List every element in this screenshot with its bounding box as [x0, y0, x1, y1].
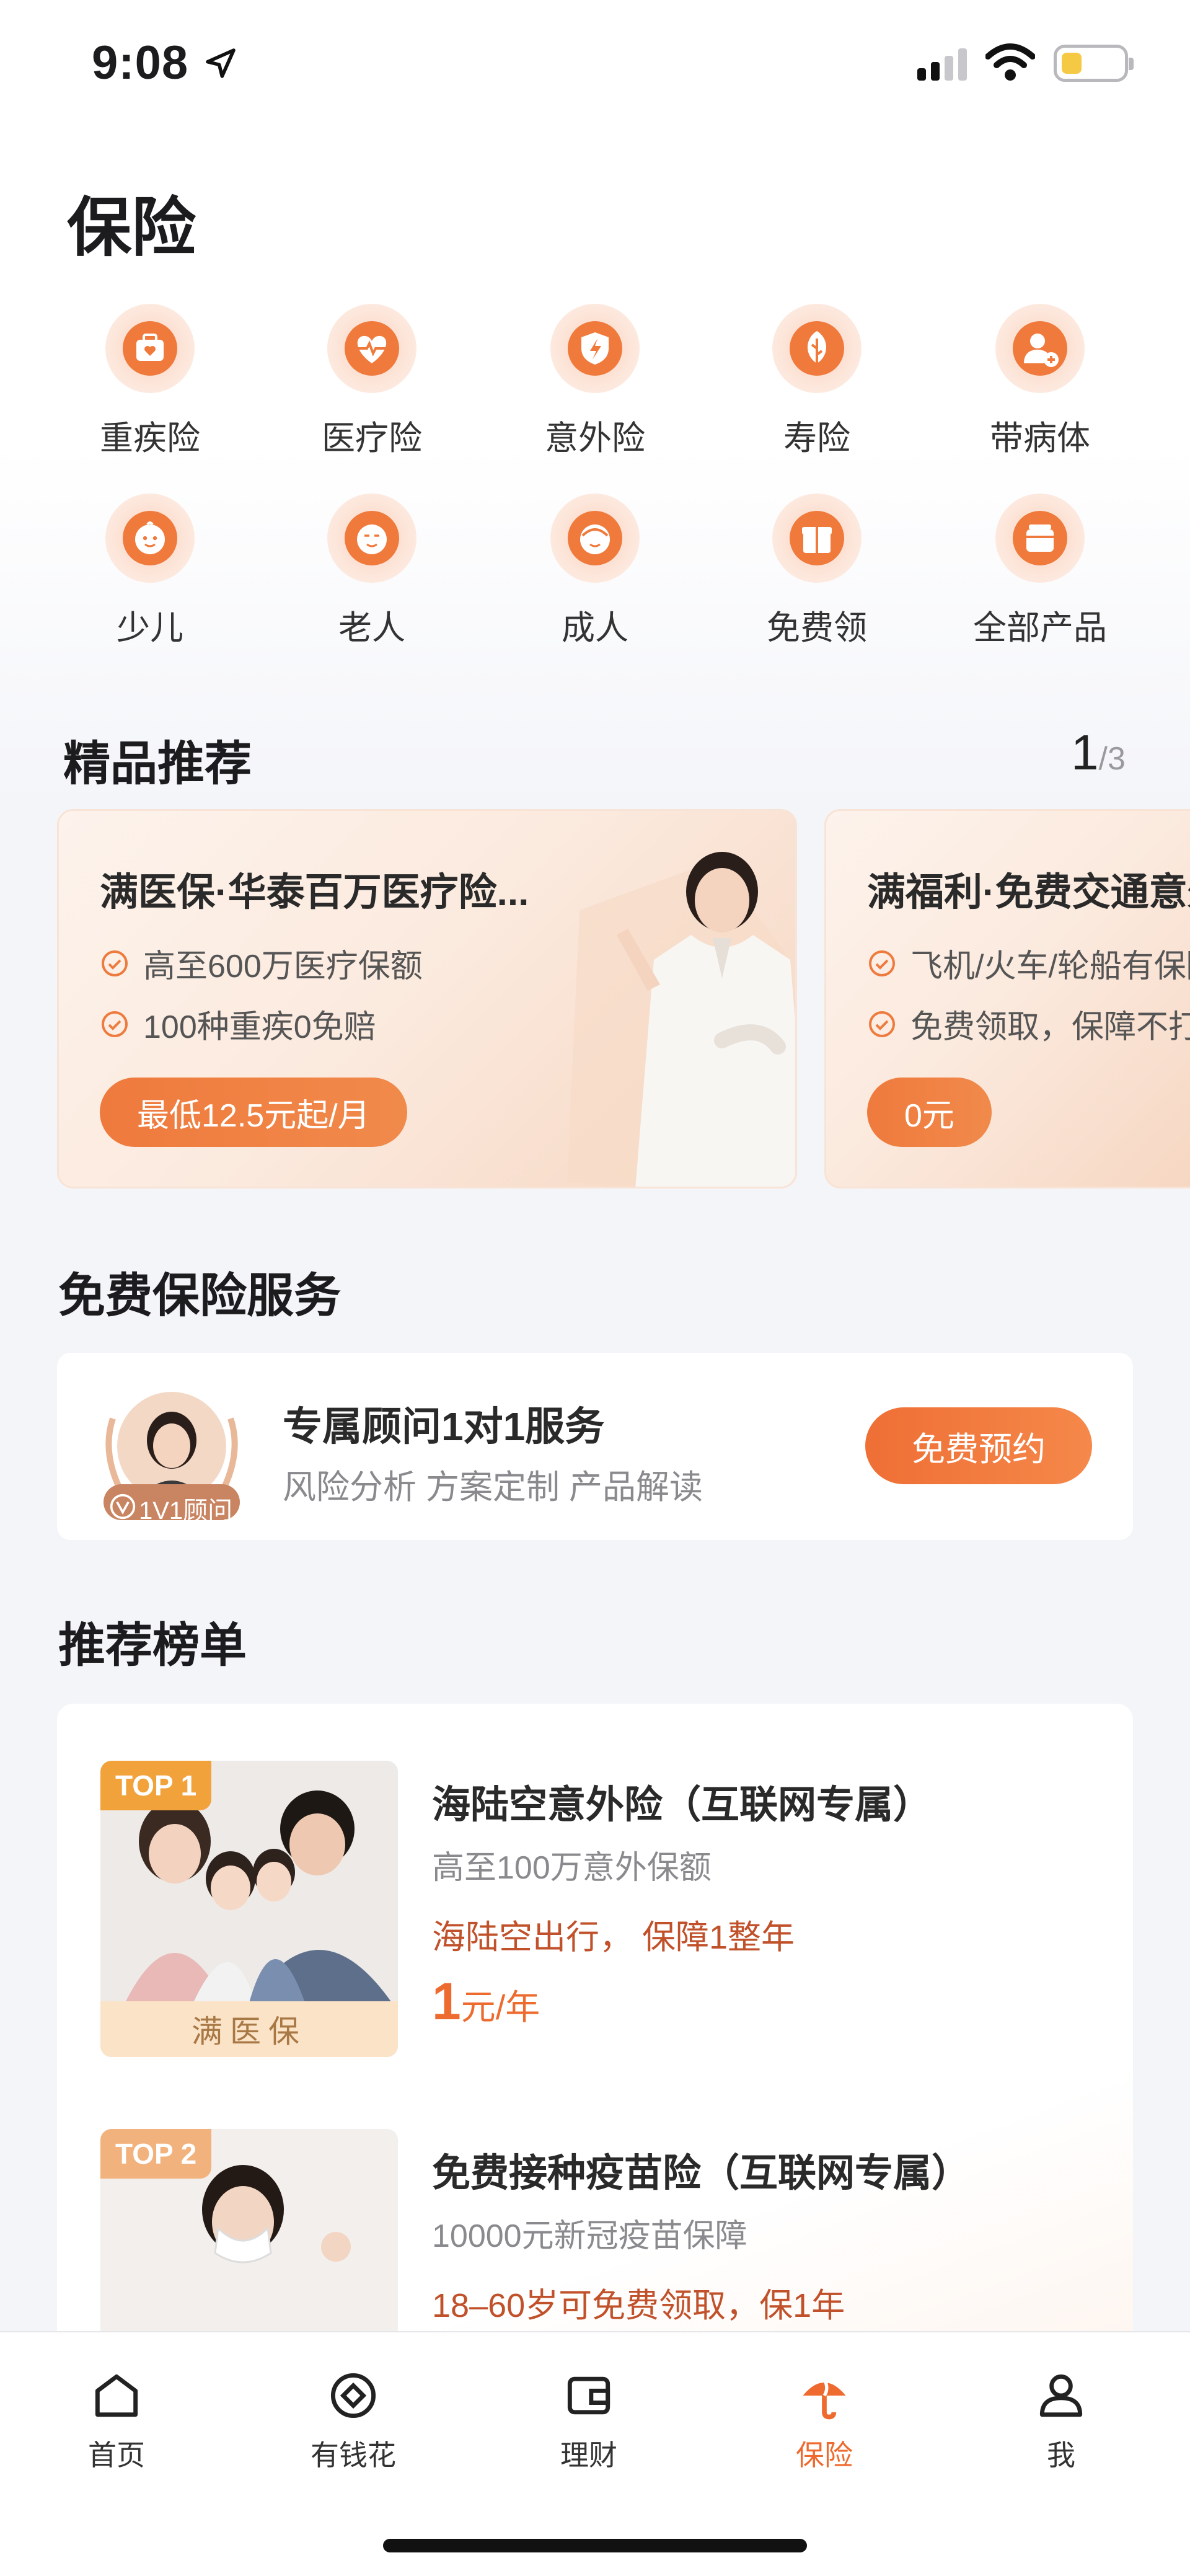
free-booking-button[interactable]: 免费预约: [865, 1407, 1092, 1484]
status-time: 9:08: [92, 37, 189, 89]
category-elderly[interactable]: 老人: [279, 494, 465, 649]
advisor-service-card[interactable]: 1V1顾问 专属顾问1对1服务 风险分析 方案定制 产品解读 免费预约: [57, 1353, 1133, 1540]
category-pre-existing[interactable]: 带病体: [947, 304, 1133, 459]
vip-v-icon: [110, 1494, 136, 1520]
card-feature: 100种重疾0免赔: [100, 1001, 376, 1047]
gift-icon: [790, 511, 844, 565]
top-rank-badge: TOP 1: [100, 1761, 212, 1810]
card-cta-button[interactable]: 最低12.5元起/月: [100, 1078, 407, 1147]
leaf-icon: [790, 321, 844, 376]
product-price: 1元/年: [432, 1972, 540, 2030]
featured-card[interactable]: 满医保·华泰百万医疗险... 高至600万医疗保额 100种重疾0免赔 最低12…: [57, 809, 797, 1188]
product-title: 免费接种疫苗险（互联网专属）: [432, 2152, 971, 2195]
category-free[interactable]: 免费领: [724, 494, 910, 649]
thumbnail-brand: 满医保: [100, 2001, 398, 2057]
ranking-item[interactable]: TOP 1 满医保 海陆空意外险（互联网专属） 高至100万意外保额 海陆空出行…: [100, 1761, 1092, 2058]
card-feature: 飞机/火车/轮船有保障: [867, 940, 1190, 986]
person-plus-icon: [1013, 321, 1067, 376]
free-service-title: 免费保险服务: [58, 1270, 341, 1322]
check-circle-icon: [869, 1011, 895, 1037]
tab-wealth[interactable]: 理财: [527, 2367, 651, 2474]
category-critical-illness[interactable]: 重疾险: [57, 304, 243, 459]
category-all-products[interactable]: 全部产品: [947, 494, 1133, 649]
product-note: 18–60岁可免费领取，保1年: [432, 2287, 845, 2324]
product-thumbnail: TOP 1 满医保: [100, 1761, 398, 2057]
medical-bag-icon: [123, 321, 177, 376]
umbrella-icon: [803, 2378, 846, 2420]
check-circle-icon: [102, 950, 128, 976]
tab-insurance[interactable]: 保险: [762, 2367, 886, 2474]
card-title: 满福利·免费交通意外险: [867, 871, 1190, 914]
tab-home[interactable]: 首页: [55, 2367, 178, 2474]
status-bar: 9:08: [0, 0, 1190, 130]
tab-credit[interactable]: 有钱花: [291, 2367, 415, 2474]
card-cta-button[interactable]: 0元: [867, 1078, 992, 1147]
product-subtitle: 高至100万意外保额: [432, 1850, 712, 1886]
product-title: 海陆空意外险（互联网专属）: [432, 1784, 932, 1826]
elder-face-icon: [345, 511, 399, 565]
home-indicator[interactable]: [383, 2539, 807, 2552]
category-life[interactable]: 寿险: [724, 304, 910, 459]
featured-card[interactable]: 满福利·免费交通意外险 飞机/火车/轮船有保障 免费领取，保障不打折 0元: [824, 809, 1190, 1188]
location-arrow-icon: [206, 48, 236, 78]
top-rank-badge: TOP 2: [100, 2129, 212, 2179]
battery-icon: [1054, 45, 1134, 82]
heartbeat-icon: [345, 321, 399, 376]
category-children[interactable]: 少儿: [57, 494, 243, 649]
coin-icon: [330, 2373, 376, 2419]
wallet-icon: [567, 2376, 610, 2415]
ranking-section-title: 推荐榜单: [58, 1619, 247, 1672]
page-title: 保险: [67, 192, 196, 264]
category-accident[interactable]: 意外险: [502, 304, 688, 459]
user-icon: [1039, 2374, 1083, 2417]
home-icon: [95, 2374, 138, 2417]
featured-section-title: 精品推荐: [63, 738, 252, 790]
advisor-portrait-image: [617, 852, 795, 1187]
card-feature: 免费领取，保障不打折: [867, 1001, 1190, 1047]
category-medical[interactable]: 医疗险: [279, 304, 465, 459]
advisor-title: 专属顾问1对1服务: [283, 1404, 605, 1449]
adult-face-icon: [568, 511, 622, 565]
product-note: 海陆空出行， 保障1整年: [432, 1919, 795, 1956]
shield-bolt-icon: [568, 321, 622, 376]
product-subtitle: 10000元新冠疫苗保障: [432, 2218, 747, 2254]
category-adult[interactable]: 成人: [502, 494, 688, 649]
wifi-icon: [985, 43, 1035, 81]
featured-pager: 1/3: [1071, 725, 1126, 780]
cellular-signal-icon: [917, 48, 967, 81]
check-circle-icon: [869, 950, 895, 976]
tab-me[interactable]: 我: [999, 2367, 1123, 2474]
card-feature: 高至600万医疗保额: [100, 940, 423, 986]
advisor-badge: 1V1顾问: [139, 1497, 233, 1525]
card-title: 满医保·华泰百万医疗险...: [100, 871, 529, 914]
box-icon: [1013, 511, 1067, 565]
check-circle-icon: [102, 1011, 128, 1037]
child-face-icon: [123, 511, 177, 565]
advisor-subtitle: 风险分析 方案定制 产品解读: [283, 1469, 703, 1506]
